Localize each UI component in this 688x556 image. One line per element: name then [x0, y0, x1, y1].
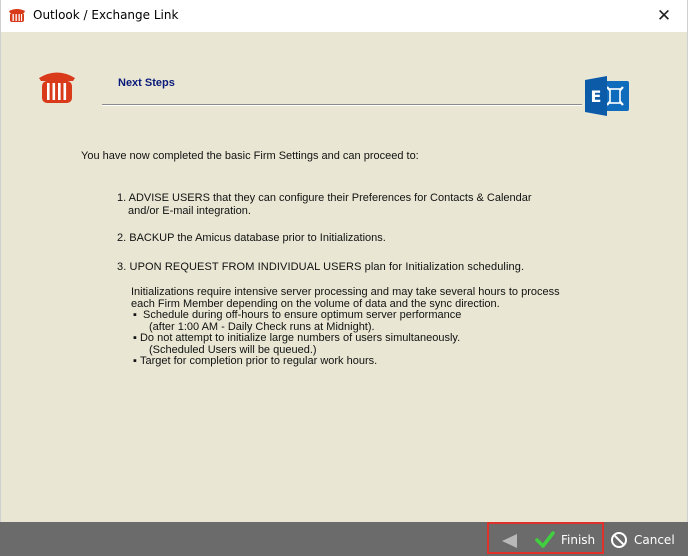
bullet3-text: Target for completion prior to regular w…	[139, 355, 378, 367]
step-backup: 2. BACKUP the Amicus database prior to I…	[117, 232, 386, 244]
step-upon-request: 3. UPON REQUEST FROM INDIVIDUAL USERS pl…	[117, 261, 525, 273]
cancel-button[interactable]: Cancel	[610, 529, 675, 551]
finish-label: Finish	[561, 533, 596, 547]
bullet-do-not-attempt: ▪ Do not attempt to initialize large num…	[133, 332, 461, 344]
note-line1: Initializations require intensive server…	[131, 286, 560, 298]
page-heading: Next Steps	[118, 77, 175, 89]
cancel-label: Cancel	[634, 533, 675, 547]
heading-divider	[102, 104, 582, 106]
step1-line2: and/or E-mail integration.	[128, 205, 251, 217]
bullet1-line1: Schedule during off-hours to ensure opti…	[143, 309, 462, 321]
step-advise-users: 1. ADVISE USERS that they can configure …	[117, 192, 587, 218]
cancel-circle-icon	[611, 532, 627, 548]
svg-text:E: E	[591, 87, 602, 106]
initialization-note: Initializations require intensive server…	[131, 286, 611, 368]
window-title: Outlook / Exchange Link	[33, 8, 179, 22]
step1-line1: 1. ADVISE USERS that they can configure …	[117, 192, 532, 204]
exchange-icon: E	[585, 76, 629, 116]
close-button[interactable]: ✕	[649, 2, 679, 30]
bullet-schedule: ▪ Schedule during off-hours to ensure op…	[133, 309, 462, 321]
bullet2-line1: Do not attempt to initialize large numbe…	[139, 332, 461, 344]
intro-text: You have now completed the basic Firm Se…	[81, 150, 419, 162]
close-icon: ✕	[656, 6, 672, 26]
amicus-logo-icon	[39, 72, 75, 103]
checkmark-icon	[535, 531, 555, 548]
title-bar: Outlook / Exchange Link ✕	[0, 0, 688, 32]
bullet-target: ▪ Target for completion prior to regular…	[133, 355, 378, 367]
finish-button[interactable]: Finish	[535, 529, 595, 551]
amicus-app-icon	[9, 9, 25, 22]
wizard-body: Next Steps E You have now completed the …	[0, 32, 688, 522]
